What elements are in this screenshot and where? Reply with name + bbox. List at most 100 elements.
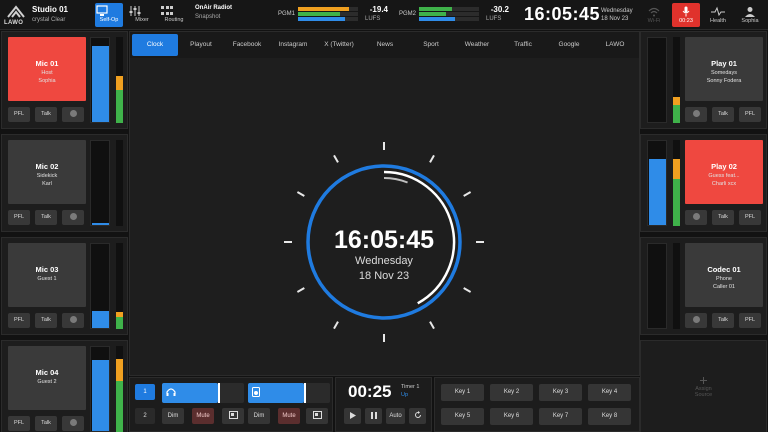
channel-level-meter bbox=[647, 243, 667, 329]
studio-title: Studio 01 bbox=[32, 5, 69, 14]
channel-name: Mic 04 bbox=[35, 368, 59, 377]
timer-reset-button[interactable] bbox=[409, 408, 426, 424]
talk-button[interactable]: Talk bbox=[35, 107, 57, 122]
tab-weather[interactable]: Weather bbox=[454, 34, 500, 56]
headphone-mute-button[interactable]: Mute bbox=[192, 408, 214, 424]
speaker-source-button[interactable] bbox=[306, 408, 328, 424]
channel-on-button[interactable] bbox=[62, 107, 84, 122]
key-button[interactable]: Key 4 bbox=[588, 384, 631, 401]
channel-tile[interactable]: Codec 01 Phone Caller 01 bbox=[685, 243, 763, 307]
hour-arc bbox=[383, 177, 408, 184]
studio-selector[interactable]: Studio 01 crystal Clear bbox=[32, 5, 68, 23]
hour-tick bbox=[296, 191, 305, 197]
assign-placeholder[interactable]: Assign Source bbox=[641, 377, 766, 398]
mixer-button[interactable]: Mixer bbox=[128, 3, 156, 27]
timer-pause-button[interactable] bbox=[365, 408, 382, 424]
channel-tile[interactable]: Mic 03 Guest 1 bbox=[8, 243, 86, 307]
tab-sport[interactable]: Sport bbox=[408, 34, 454, 56]
wifi-icon bbox=[648, 7, 660, 17]
timer-play-button[interactable] bbox=[344, 408, 361, 424]
tab-google[interactable]: Google bbox=[546, 34, 592, 56]
channel-line1: Host bbox=[41, 70, 53, 76]
channel-peak-meter bbox=[673, 37, 680, 123]
pfl-button[interactable]: PFL bbox=[8, 313, 30, 328]
tab-lawo[interactable]: LAWO bbox=[592, 34, 638, 56]
top-bar: LAWO Studio 01 crystal Clear Self-Op Mix… bbox=[0, 0, 768, 30]
tab-clock[interactable]: Clock bbox=[132, 34, 178, 56]
key-button[interactable]: Key 6 bbox=[490, 408, 533, 425]
hour-tick bbox=[296, 287, 305, 293]
center-panel: Clock Playout Facebook Instagram X (Twitter)… bbox=[129, 31, 640, 376]
channel-strip: Mic 02 Sidekick Karl PFL Talk bbox=[1, 134, 128, 232]
key-button[interactable]: Key 3 bbox=[539, 384, 582, 401]
pfl-button[interactable]: PFL bbox=[739, 313, 761, 328]
key-button[interactable]: Key 2 bbox=[490, 384, 533, 401]
timer-panel: 00:25 Timer 1 Up Auto bbox=[335, 377, 432, 432]
tab-news[interactable]: News bbox=[362, 34, 408, 56]
studio-subtitle: crystal Clear bbox=[32, 17, 66, 23]
headphone-dim-button[interactable]: Dim bbox=[162, 408, 184, 424]
talk-button[interactable]: Talk bbox=[35, 210, 57, 225]
user-button[interactable]: Sophia bbox=[736, 3, 764, 27]
talk-button[interactable]: Talk bbox=[712, 210, 734, 225]
timer-auto-button[interactable]: Auto bbox=[386, 408, 405, 424]
wifi-button[interactable]: Wi-Fi bbox=[640, 3, 668, 27]
timer-direction: Up bbox=[401, 392, 409, 398]
play-icon bbox=[349, 411, 356, 419]
key-button[interactable]: Key 7 bbox=[539, 408, 582, 425]
speaker-dim-button[interactable]: Dim bbox=[248, 408, 270, 424]
talk-button[interactable]: Talk bbox=[35, 313, 57, 328]
tab-instagram[interactable]: Instagram bbox=[270, 34, 316, 56]
channel-tile[interactable]: Mic 02 Sidekick Karl bbox=[8, 140, 86, 204]
channel-tile[interactable]: Mic 01 Host Sophia bbox=[8, 37, 86, 101]
pgm2-meter bbox=[419, 7, 479, 22]
channel-on-button[interactable] bbox=[685, 107, 707, 122]
pgm1-label: PGM1 bbox=[278, 11, 296, 17]
channel-on-button[interactable] bbox=[62, 313, 84, 328]
tab-facebook[interactable]: Facebook bbox=[224, 34, 270, 56]
channel-name: Mic 02 bbox=[35, 162, 59, 171]
routing-button[interactable]: Routing bbox=[160, 3, 188, 27]
talk-button[interactable]: Talk bbox=[35, 416, 57, 431]
headphone-2-select[interactable]: 2 bbox=[135, 408, 155, 424]
channel-level-meter bbox=[90, 243, 110, 329]
channel-tile[interactable]: Play 02 Guess feat... Charli xcx bbox=[685, 140, 763, 204]
headphone-fader[interactable] bbox=[162, 383, 244, 403]
pfl-button[interactable]: PFL bbox=[8, 416, 30, 431]
tab-traffic[interactable]: Traffic bbox=[500, 34, 546, 56]
pfl-button[interactable]: PFL bbox=[8, 107, 30, 122]
channel-peak-meter bbox=[673, 243, 680, 329]
channel-on-button[interactable] bbox=[685, 313, 707, 328]
snapshot-selector[interactable]: OnAir Radiot Snapshot bbox=[195, 5, 232, 20]
channel-on-button[interactable] bbox=[685, 210, 707, 225]
key-button[interactable]: Key 5 bbox=[441, 408, 484, 425]
onair-timer-button[interactable]: 00:23 bbox=[672, 3, 700, 27]
channel-peak-meter bbox=[116, 243, 123, 329]
talk-button[interactable]: Talk bbox=[712, 107, 734, 122]
speaker-mute-button[interactable]: Mute bbox=[278, 408, 300, 424]
pfl-button[interactable]: PFL bbox=[739, 107, 761, 122]
channel-level-meter bbox=[647, 140, 667, 226]
self-op-button[interactable]: Self-Op bbox=[95, 3, 123, 27]
channel-tile[interactable]: Mic 04 Guest 2 bbox=[8, 346, 86, 410]
speaker-fader[interactable] bbox=[248, 383, 330, 403]
headphone-source-button[interactable] bbox=[222, 408, 244, 424]
tab-playout[interactable]: Playout bbox=[178, 34, 224, 56]
health-button[interactable]: Health bbox=[704, 3, 732, 27]
channel-tile[interactable]: Play 01 Somedays Sonny Fodera bbox=[685, 37, 763, 101]
pfl-button[interactable]: PFL bbox=[8, 210, 30, 225]
key-button[interactable]: Key 8 bbox=[588, 408, 631, 425]
tab-bar: Clock Playout Facebook Instagram X (Twitter)… bbox=[130, 32, 639, 58]
microphone-icon bbox=[682, 6, 690, 17]
channel-name: Mic 03 bbox=[35, 265, 59, 274]
top-clock: 16:05:45 bbox=[524, 4, 601, 24]
channel-peak-meter bbox=[673, 140, 680, 226]
channel-on-button[interactable] bbox=[62, 210, 84, 225]
tab-x-twitter[interactable]: X (Twitter) bbox=[316, 34, 362, 56]
key-button[interactable]: Key 1 bbox=[441, 384, 484, 401]
channel-name: Play 01 bbox=[711, 59, 737, 68]
channel-on-button[interactable] bbox=[62, 416, 84, 431]
headphone-1-select[interactable]: 1 bbox=[135, 384, 155, 400]
talk-button[interactable]: Talk bbox=[712, 313, 734, 328]
pfl-button[interactable]: PFL bbox=[739, 210, 761, 225]
